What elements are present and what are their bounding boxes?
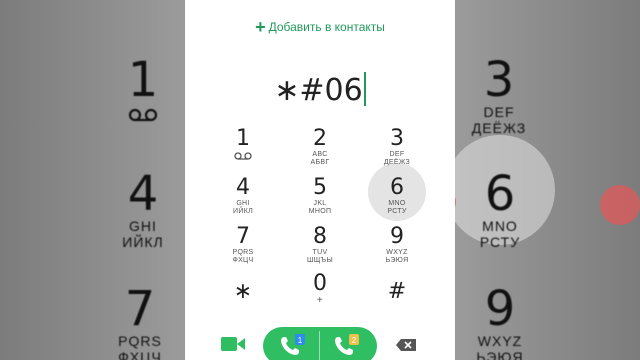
key-digit: 8 — [313, 224, 327, 249]
key-digit: 7 — [236, 224, 250, 249]
key-digit: 0 — [313, 271, 327, 296]
bg-key-letters: DEF — [483, 104, 515, 120]
sim1-badge: 1 — [298, 336, 303, 345]
key-digit: ∗ — [233, 279, 253, 304]
key-letters-ru: РСТУ — [387, 208, 407, 215]
key-6[interactable]: 6 MNO РСТУ — [362, 176, 432, 224]
bg-red-blob — [600, 185, 640, 225]
backspace-icon[interactable] — [395, 338, 417, 352]
bg-key-letters: PQRS — [118, 333, 162, 349]
key-letters: JKL — [313, 200, 327, 207]
key-digit: # — [387, 279, 407, 304]
key-letters-ru: МНОП — [308, 208, 332, 215]
key-letters: WXYZ — [386, 249, 408, 256]
bg-key-letters: GHI — [129, 218, 157, 234]
bg-key-letters-ru: РСТУ — [479, 234, 521, 250]
key-letters-ru: ДЕЁЖЗ — [383, 159, 411, 166]
sim2-badge: 2 — [352, 336, 357, 345]
bg-key-9: 9 WXYZ ЬЭЮЯ — [465, 285, 535, 360]
call-divider — [319, 331, 320, 360]
bg-key-digit: 6 — [484, 166, 516, 222]
key-letters: GHI — [236, 200, 250, 207]
key-letters: PQRS — [232, 249, 254, 256]
bg-key-digit: 9 — [484, 281, 516, 337]
bg-key-letters-ru: ФХЦЧ — [118, 349, 162, 360]
key-2[interactable]: 2 ABC АБВГ — [285, 127, 355, 175]
key-digit: 5 — [313, 175, 327, 200]
key-4[interactable]: 4 GHI ИЙКЛ — [208, 176, 278, 224]
key-8[interactable]: 8 TUV ШЩЪЫ — [285, 225, 355, 273]
key-letters-ru: ФХЦЧ — [232, 257, 254, 264]
bg-key-digit: 4 — [127, 166, 159, 222]
bg-key-letters-ru: ИЙКЛ — [122, 234, 164, 250]
key-1[interactable]: 1 — [208, 127, 278, 175]
add-to-contacts-label: Добавить в контакты — [268, 20, 385, 34]
key-digit: 3 — [390, 126, 404, 151]
dialed-number-field[interactable]: ∗#06 — [185, 72, 455, 108]
key-digit: 2 — [313, 126, 327, 151]
voicemail-icon — [128, 108, 158, 122]
phone-sim1-icon[interactable]: 1 — [277, 333, 307, 359]
bg-key-3: 3 DEF ДЕЁЖЗ — [469, 56, 529, 136]
plus-icon: + — [255, 17, 266, 37]
key-letters: + — [316, 295, 324, 306]
bg-key-letters: WXYZ — [477, 333, 523, 349]
bg-key-7: 7 PQRS ФХЦЧ — [110, 285, 170, 360]
text-cursor — [363, 72, 366, 106]
bg-key-digit: 7 — [124, 281, 156, 337]
key-digit: 4 — [236, 175, 250, 200]
key-letters-ru: ШЩЪЫ — [307, 257, 333, 264]
bg-key-6: 6 MNO РСТУ — [465, 170, 535, 250]
key-0[interactable]: 0 + — [285, 272, 355, 320]
key-5[interactable]: 5 JKL МНОП — [285, 176, 355, 224]
call-action-bar: 1 2 — [185, 327, 455, 360]
key-letters-ru: ИЙКЛ — [233, 208, 253, 215]
dialed-number: ∗#06 — [274, 73, 363, 108]
key-7[interactable]: 7 PQRS ФХЦЧ — [208, 225, 278, 273]
key-letters-ru: ЬЭЮЯ — [385, 257, 409, 264]
bg-key-letters-ru: ДЕЁЖЗ — [471, 120, 527, 136]
bg-key-letters: MNO — [482, 218, 518, 234]
background-left: 1 4 GHI ИЙКЛ 7 PQRS ФХЦЧ — [0, 0, 185, 360]
key-hash[interactable]: # — [362, 280, 432, 328]
key-letters: DEF — [389, 151, 405, 158]
key-digit: 1 — [236, 126, 250, 151]
key-3[interactable]: 3 DEF ДЕЁЖЗ — [362, 127, 432, 175]
bg-key-letters-ru: ЬЭЮЯ — [476, 349, 524, 360]
key-letters-ru: АБВГ — [310, 159, 330, 166]
bg-key-4: 4 GHI ИЙКЛ — [118, 170, 168, 250]
key-letters: MNO — [388, 200, 406, 207]
add-to-contacts-button[interactable]: + Добавить в контакты — [185, 17, 455, 38]
key-letters: ABC — [312, 151, 328, 158]
key-star[interactable]: ∗ — [208, 280, 278, 328]
bg-key-digit: 3 — [483, 52, 515, 108]
dialer-screen: + Добавить в контакты ∗#06 1 2 ABC АБВГ 3… — [185, 0, 455, 360]
video-camera-icon[interactable] — [221, 336, 245, 352]
key-letters: TUV — [312, 249, 328, 256]
phone-sim2-icon[interactable]: 2 — [331, 333, 361, 359]
bg-key-digit: 1 — [127, 52, 159, 108]
voicemail-icon — [234, 152, 252, 160]
call-buttons-group: 1 2 — [263, 327, 377, 360]
bg-key-1: 1 — [118, 56, 168, 122]
key-9[interactable]: 9 WXYZ ЬЭЮЯ — [362, 225, 432, 273]
key-digit: 6 — [390, 175, 404, 200]
key-digit: 9 — [390, 224, 404, 249]
background-right: 3 DEF ДЕЁЖЗ 6 MNO РСТУ 9 WXYZ ЬЭЮЯ — [455, 0, 640, 360]
